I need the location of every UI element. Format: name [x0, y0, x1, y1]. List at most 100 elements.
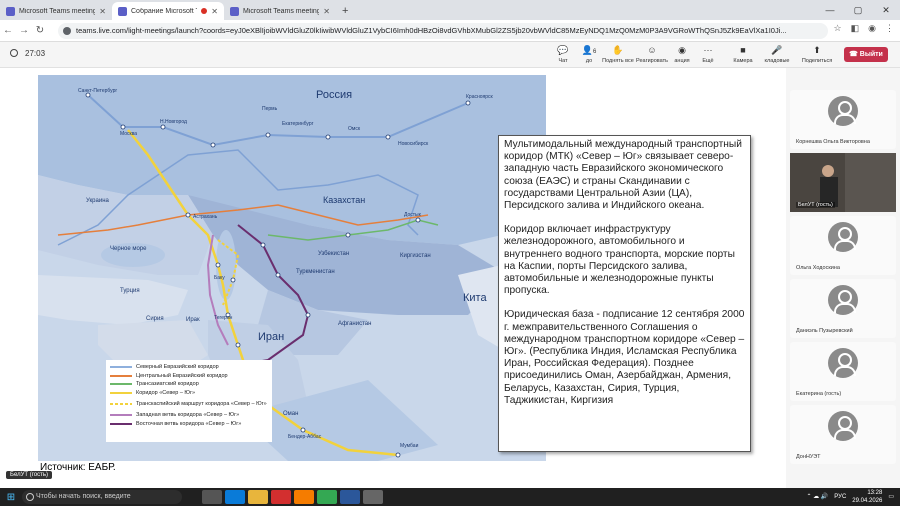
self-video-label: БелУТ (гость) — [6, 471, 52, 479]
slide-paragraph: Мультимодальный международный транспортн… — [504, 139, 742, 212]
browser-tab-3[interactable]: Microsoft Teams meeting | Mic ✕ — [224, 2, 336, 20]
map-city-label: Бендер-Аббас — [288, 434, 322, 440]
slide-text-box: Мультимодальный международный транспортн… — [498, 135, 751, 452]
opera-icon[interactable] — [271, 490, 291, 504]
map-city-label: Москва — [120, 131, 137, 137]
map-label-uzbekistan: Узбекистан — [318, 251, 349, 257]
map-label-turkmenistan: Туркменистан — [296, 269, 335, 275]
maximize-button[interactable]: ▢ — [844, 0, 872, 20]
participant-tile[interactable]: Даниэль Пузыревский — [790, 279, 896, 338]
map-label-china: Кита — [463, 292, 487, 304]
legend-item: Северный Евразийский коридор — [110, 363, 268, 372]
participant-tile[interactable]: БелУТ (гость) — [790, 153, 896, 212]
mic-button[interactable]: 🎤 кладовые — [760, 45, 794, 64]
minimize-button[interactable]: — — [816, 0, 844, 20]
word-icon[interactable] — [340, 490, 360, 504]
new-tab-button[interactable]: + — [336, 2, 354, 20]
browser-tab-1[interactable]: Microsoft Teams meeting | Mic ✕ — [0, 2, 112, 20]
map-city-label: Омск — [348, 126, 361, 132]
close-tab-icon[interactable]: ✕ — [99, 7, 106, 16]
teams-icon — [6, 6, 15, 16]
slide-paragraph: Коридор включает инфраструктуру железнод… — [504, 224, 735, 297]
browser-tab-2[interactable]: Собрание Microsoft Teams ✕ — [112, 2, 224, 20]
teams-icon — [230, 6, 239, 16]
map-label-black-sea: Черное море — [110, 246, 147, 252]
map-city-label: Новосибирск — [398, 141, 429, 147]
participant-tile[interactable]: Корнешва Ольга Викторовна — [790, 90, 896, 149]
close-tab-icon[interactable]: ✕ — [323, 7, 330, 16]
map-label-iran: Иран — [258, 331, 284, 343]
more-button[interactable]: ··· Ещё — [691, 45, 725, 64]
avatar — [828, 411, 858, 441]
map-city-label: Н.Новгород — [160, 119, 187, 125]
legend-item: Западная ветвь коридора «Север – Юг» — [110, 411, 268, 420]
map-label-ukraine: Украина — [86, 198, 110, 204]
settings-icon[interactable] — [363, 490, 383, 504]
teams-icon — [118, 6, 127, 16]
leave-button[interactable]: ☎ Выйти — [844, 47, 888, 62]
shared-content-stage: Россия Казахстан Иран Кита Украина Турци… — [0, 68, 786, 488]
share-icon: ⬆ — [813, 45, 821, 55]
start-icon[interactable]: ⊞ — [0, 492, 22, 503]
shield-icon — [10, 49, 18, 57]
participant-gallery: Корнешва Ольга Викторовна БелУТ (гость) … — [786, 68, 900, 488]
map-city-label: Достык — [404, 212, 422, 218]
map-label-iraq: Ирак — [186, 317, 200, 323]
chrome-icon[interactable] — [317, 490, 337, 504]
legend-item: Центральный Евразийский коридор — [110, 372, 268, 381]
task-view-icon[interactable] — [202, 490, 222, 504]
legend-item: Восточная ветвь коридора «Север – Юг» — [110, 420, 268, 429]
reload-icon[interactable]: ↻ — [32, 25, 48, 36]
map-city-label: Тегеран — [214, 315, 233, 321]
bookmark-icon[interactable]: ☆ — [834, 23, 842, 34]
participant-tile[interactable]: Ольга Ходоскина — [790, 216, 896, 275]
meeting-timer: 27:03 — [10, 49, 45, 58]
map-city-label: Баку — [214, 275, 225, 281]
map-label-russia: Россия — [316, 89, 352, 101]
site-info-icon[interactable] — [63, 27, 71, 35]
slide-paragraph: Юридическая база - подписание 12 сентябр… — [504, 309, 745, 406]
raise-hand-button[interactable]: ✋ Поднять все — [601, 45, 635, 64]
browser-actions: ☆ ◧ ◉ ⋮ — [834, 23, 894, 34]
map-city-label: Санкт-Петербург — [78, 88, 117, 94]
firefox-icon[interactable] — [294, 490, 314, 504]
legend-item: Коридор «Север – Юг» — [110, 389, 268, 398]
map-city-label: Мумбаи — [400, 443, 419, 449]
map-city-label: Красноярск — [466, 94, 494, 100]
legend-item: Транскаспийский маршрут коридора «Север … — [110, 397, 268, 411]
input-language[interactable]: РУС — [834, 493, 846, 501]
tray-icons[interactable]: ⌃ ☁ 🔊 — [806, 493, 828, 501]
map-city-label: Пермь — [262, 106, 278, 112]
taskbar-search[interactable]: Чтобы начать поиск, введите — [22, 490, 182, 504]
forward-icon[interactable]: → — [16, 25, 32, 36]
address-bar: ← → ↻ teams.live.com/light-meetings/laun… — [0, 20, 900, 42]
participant-tile[interactable]: ДонНУЭТ — [790, 405, 896, 464]
map-label-afghanistan: Афганистан — [338, 321, 371, 327]
mic-icon: 🎤 — [771, 45, 783, 55]
clock[interactable]: 13:28 29.04.2026 — [852, 489, 882, 505]
react-button[interactable]: ☺ Реагировать — [635, 45, 669, 64]
file-explorer-icon[interactable] — [248, 490, 268, 504]
extensions-icon[interactable]: ◧ — [851, 23, 860, 34]
avatar — [828, 348, 858, 378]
windows-taskbar: ⊞ Чтобы начать поиск, введите ⌃ ☁ 🔊 РУС … — [0, 488, 900, 506]
edge-icon[interactable] — [225, 490, 245, 504]
avatar — [828, 285, 858, 315]
share-button[interactable]: ⬆ Поделиться — [800, 45, 834, 64]
close-window-button[interactable]: ✕ — [872, 0, 900, 20]
notifications-icon[interactable]: ▭ — [888, 493, 894, 501]
menu-icon[interactable]: ⋮ — [885, 23, 894, 34]
close-tab-icon[interactable]: ✕ — [211, 7, 218, 16]
map-label-syria: Сирия — [146, 316, 164, 322]
map-label-oman: Оман — [283, 411, 298, 417]
legend-item: Трансазиатский коридор — [110, 380, 268, 389]
react-icon: ☺ — [647, 45, 657, 55]
url-field[interactable]: teams.live.com/light-meetings/launch?coo… — [58, 23, 828, 39]
camera-button[interactable]: ■ Камера — [726, 45, 760, 64]
avatar — [828, 222, 858, 252]
participant-tile[interactable]: Екатерина (гость) — [790, 342, 896, 401]
recording-icon — [201, 8, 208, 14]
map-city-label: Екатеринбург — [282, 121, 314, 127]
profile-icon[interactable]: ◉ — [868, 23, 876, 34]
back-icon[interactable]: ← — [0, 25, 16, 36]
